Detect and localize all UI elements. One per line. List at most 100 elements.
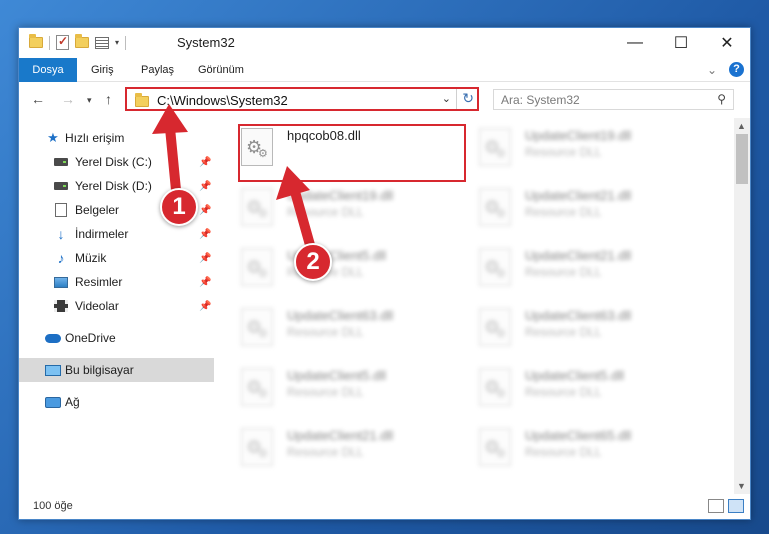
sidebar-item-disk-c[interactable]: Yerel Disk (C:) 📌: [19, 150, 214, 174]
help-icon[interactable]: ?: [729, 62, 744, 77]
sidebar-item-pictures[interactable]: Resimler 📌: [19, 270, 214, 294]
tab-share[interactable]: Paylaş: [141, 58, 174, 82]
file-highlight-box: [238, 124, 466, 182]
dll-file-icon: [241, 188, 273, 226]
file-type: Resource DLL: [525, 265, 602, 279]
refresh-icon[interactable]: ↻: [462, 90, 474, 107]
vertical-scrollbar[interactable]: ▲ ▼: [734, 118, 750, 494]
large-icons-view-icon[interactable]: [728, 499, 744, 513]
file-item[interactable]: UpdateClient65.dll Resource DLL: [453, 418, 678, 470]
scroll-down-icon[interactable]: ▼: [737, 481, 746, 491]
file-type: Resource DLL: [525, 445, 602, 459]
file-name: UpdateClient21.dll: [525, 248, 632, 263]
sidebar-item-label: Resimler: [75, 275, 123, 289]
star-icon: ★: [47, 130, 59, 145]
sidebar-item-quick-access[interactable]: ★ Hızlı erişim: [19, 126, 214, 150]
sidebar-item-label: Hızlı erişim: [65, 131, 125, 145]
explorer-window: ▾ System32 — ☐ ✕ Dosya Giriş Paylaş Görü…: [18, 27, 751, 520]
forward-arrow-icon[interactable]: →: [61, 91, 75, 107]
title-bar: ▾ System32 — ☐ ✕: [19, 28, 750, 58]
sidebar-item-label: Videolar: [75, 299, 119, 313]
tab-view[interactable]: Görünüm: [198, 58, 244, 82]
pin-icon[interactable]: 📌: [199, 157, 211, 168]
view-options-icon[interactable]: [95, 36, 109, 49]
sidebar-item-music[interactable]: ♪ Müzik 📌: [19, 246, 214, 270]
sidebar-item-videos[interactable]: Videolar 📌: [19, 294, 214, 318]
file-item[interactable]: UpdateClient21.dll Resource DLL: [453, 178, 678, 230]
search-placeholder: Ara: System32: [501, 93, 580, 107]
back-arrow-icon[interactable]: ←: [31, 91, 45, 107]
file-name: UpdateClient5.dll: [525, 368, 625, 383]
file-name: UpdateClient19.dll: [287, 188, 394, 203]
sidebar-item-network[interactable]: Ağ: [19, 390, 214, 414]
details-view-icon[interactable]: [708, 499, 724, 513]
scroll-up-icon[interactable]: ▲: [737, 121, 746, 131]
sidebar-item-label: Bu bilgisayar: [65, 363, 134, 377]
minimize-button[interactable]: —: [612, 28, 658, 58]
pin-icon[interactable]: 📌: [199, 205, 211, 216]
file-name: UpdateClient65.dll: [525, 428, 632, 443]
sidebar-item-label: Yerel Disk (D:): [75, 179, 152, 193]
pin-icon[interactable]: 📌: [199, 181, 211, 192]
quick-access-toolbar: ▾: [29, 34, 127, 50]
dll-file-icon: [479, 188, 511, 226]
sidebar-item-this-pc[interactable]: Bu bilgisayar: [19, 358, 214, 382]
dll-file-icon: [479, 368, 511, 406]
cloud-icon: [45, 333, 61, 343]
computer-icon: [45, 364, 61, 376]
new-folder-icon[interactable]: [75, 34, 89, 48]
file-item[interactable]: UpdateClient21.dll Resource DLL: [215, 418, 440, 470]
properties-check-icon[interactable]: [56, 34, 69, 50]
file-type: Resource DLL: [525, 385, 602, 399]
file-name: UpdateClient21.dll: [287, 428, 394, 443]
close-button[interactable]: ✕: [704, 28, 750, 58]
expand-ribbon-icon[interactable]: ⌄: [707, 63, 717, 77]
pin-icon[interactable]: 📌: [199, 253, 211, 264]
pictures-icon: [54, 276, 68, 288]
status-bar: 100 öğe: [19, 495, 750, 519]
window-controls: — ☐ ✕: [612, 28, 750, 58]
address-dropdown-icon[interactable]: ⌄: [442, 92, 451, 105]
sidebar-item-label: Belgeler: [75, 203, 120, 217]
maximize-button[interactable]: ☐: [658, 28, 704, 58]
tab-home[interactable]: Giriş: [91, 58, 114, 82]
download-icon: ↓: [57, 226, 65, 242]
scroll-thumb[interactable]: [736, 134, 748, 184]
address-path[interactable]: C:\Windows\System32: [157, 93, 288, 108]
file-type: Resource DLL: [287, 445, 364, 459]
pin-icon[interactable]: 📌: [199, 301, 211, 312]
up-arrow-icon[interactable]: ↑: [105, 91, 112, 107]
file-item[interactable]: UpdateClient19.dll Resource DLL: [215, 178, 440, 230]
file-item[interactable]: UpdateClient5.dll Resource DLL: [453, 358, 678, 410]
drive-icon: [54, 182, 68, 190]
pin-icon[interactable]: 📌: [199, 277, 211, 288]
sidebar-item-label: Müzik: [75, 251, 107, 265]
sidebar-item-downloads[interactable]: ↓ İndirmeler 📌: [19, 222, 214, 246]
address-bar[interactable]: C:\Windows\System32 ⌄ ↻: [125, 87, 479, 111]
sidebar-item-onedrive[interactable]: OneDrive: [19, 326, 214, 350]
tab-file[interactable]: Dosya: [19, 58, 77, 82]
navigation-bar: ← → ▾ ↑ C:\Windows\System32 ⌄ ↻ Ara: Sys…: [19, 83, 750, 117]
sidebar-item-label: Yerel Disk (C:): [75, 155, 152, 169]
file-item[interactable]: UpdateClient63.dll Resource DLL: [215, 298, 440, 350]
file-item[interactable]: UpdateClient21.dll Resource DLL: [453, 238, 678, 290]
dll-file-icon: [241, 248, 273, 286]
ribbon-right: ⌄ ?: [707, 62, 744, 77]
file-type: Resource DLL: [287, 385, 364, 399]
dll-file-icon: [479, 248, 511, 286]
window-title: System32: [177, 35, 235, 50]
file-item[interactable]: UpdateClient19.dll Resource DLL: [453, 118, 678, 170]
search-icon[interactable]: ⚲: [717, 92, 726, 106]
dll-file-icon: [241, 368, 273, 406]
search-input[interactable]: Ara: System32 ⚲: [493, 89, 734, 110]
navigation-pane: ★ Hızlı erişim Yerel Disk (C:) 📌 Yerel D…: [19, 118, 214, 494]
separator: [49, 35, 50, 50]
file-item[interactable]: UpdateClient63.dll Resource DLL: [453, 298, 678, 350]
file-type: Resource DLL: [287, 205, 364, 219]
recent-locations-icon[interactable]: ▾: [87, 95, 92, 106]
document-icon: [55, 203, 67, 217]
file-item[interactable]: UpdateClient5.dll Resource DLL: [215, 358, 440, 410]
pin-icon[interactable]: 📌: [199, 229, 211, 240]
view-toggle: [708, 499, 744, 513]
customize-dropdown-icon[interactable]: ▾: [115, 38, 119, 47]
